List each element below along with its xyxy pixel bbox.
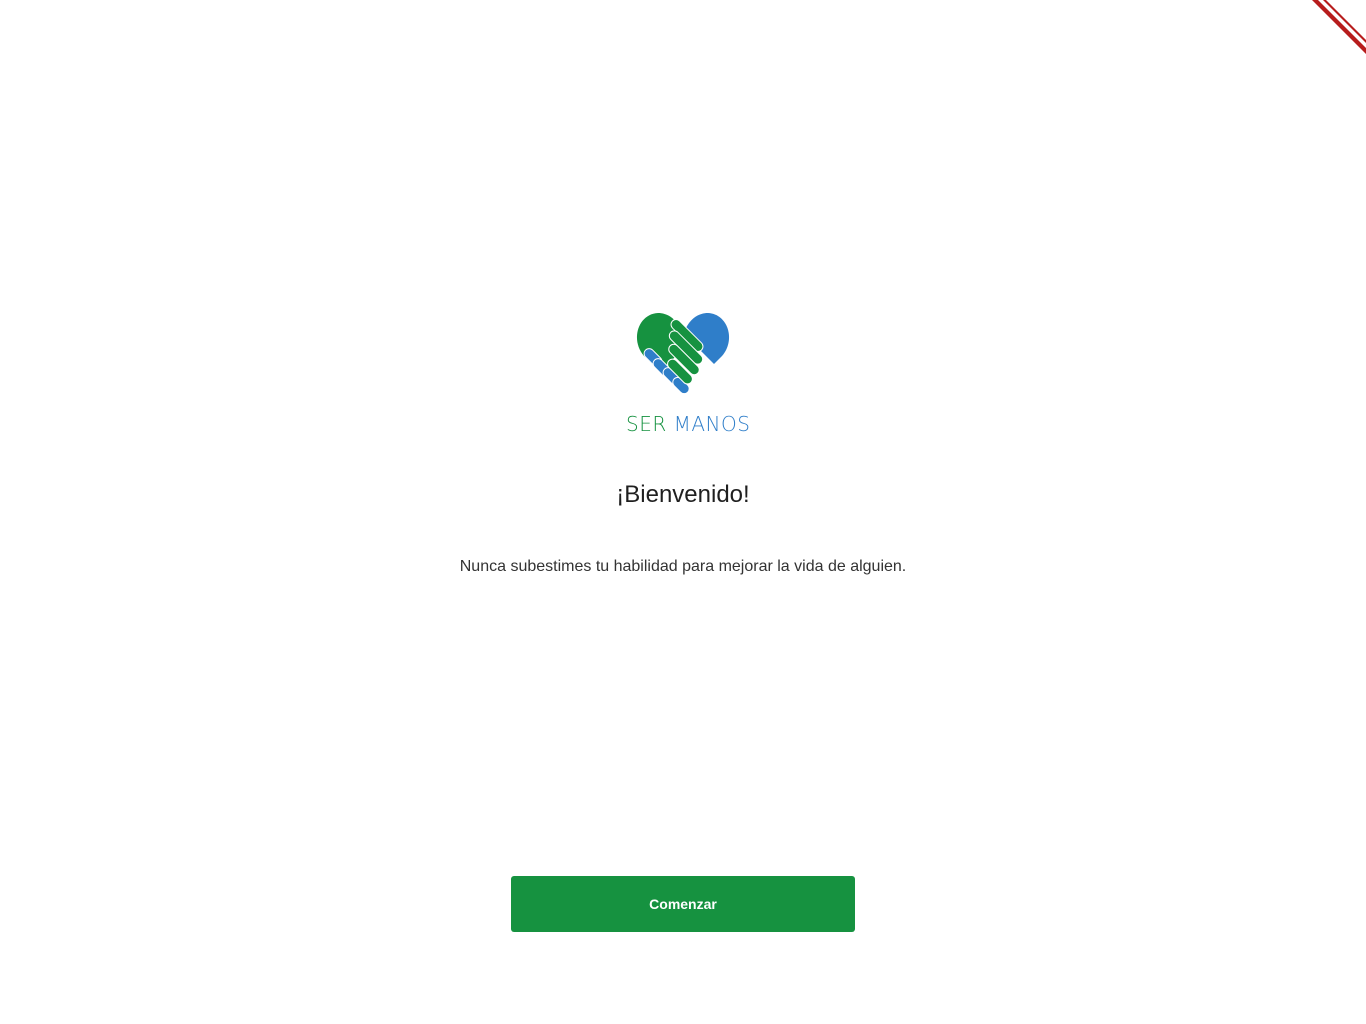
- debug-banner-ribbon: [1306, 0, 1366, 60]
- heart-handshake-icon: [632, 311, 734, 404]
- welcome-screen: SER MANOS ¡Bienvenido! Nunca subestimes …: [0, 0, 1366, 1024]
- start-button[interactable]: Comenzar: [511, 876, 855, 932]
- welcome-title: ¡Bienvenido!: [616, 481, 750, 508]
- logo-word-manos: MANOS: [673, 412, 751, 436]
- logo-wordmark: SER MANOS: [626, 412, 750, 436]
- welcome-subtitle: Nunca subestimes tu habilidad para mejor…: [459, 558, 907, 575]
- ser-manos-logo: SER MANOS: [626, 308, 750, 442]
- logo-word-ser: SER: [626, 412, 667, 436]
